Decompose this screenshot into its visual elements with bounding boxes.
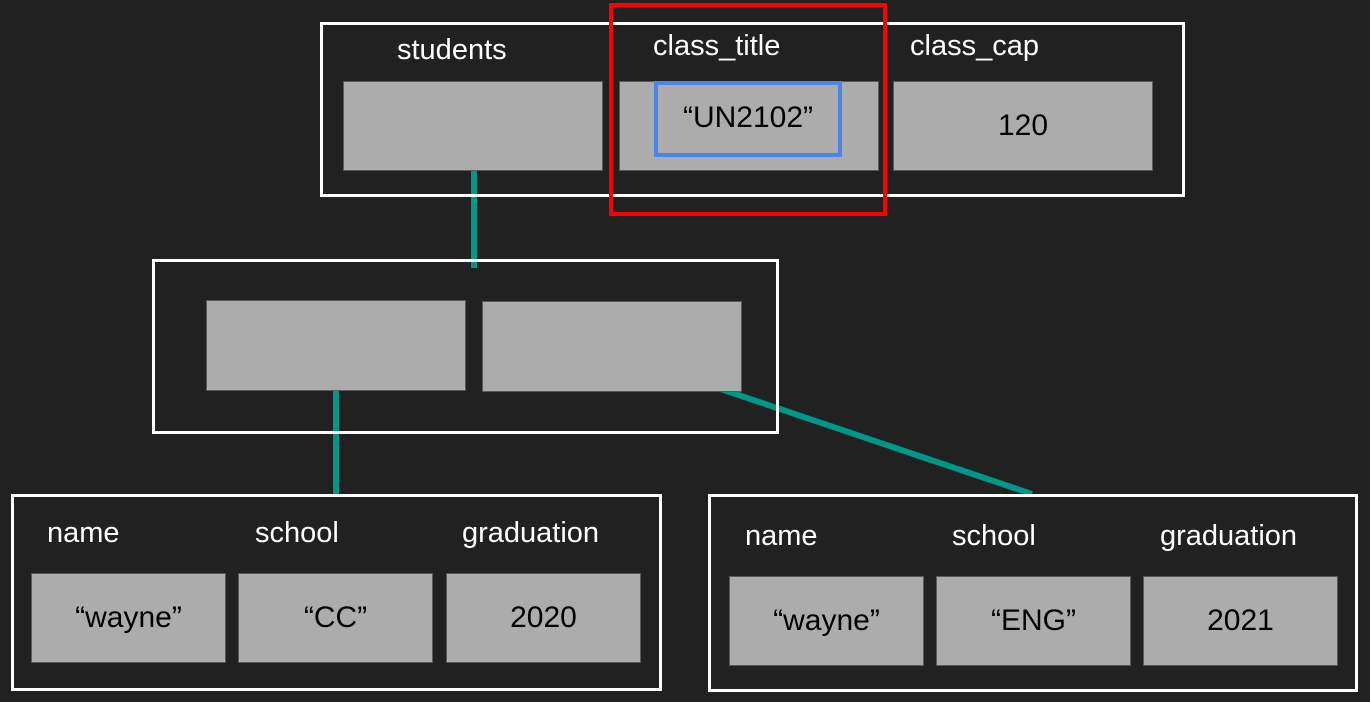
student-1-school-cell: “ENG” [936,576,1131,666]
class-cap-cell: 120 [893,81,1153,171]
student-0-graduation-label: graduation [462,517,600,549]
student-0-name-label: name [47,517,120,549]
student-1-school-label: school [952,520,1036,552]
student-0-school-cell: “CC” [238,573,433,663]
students-array-slot-1 [482,301,742,392]
student-0-graduation-cell: 2020 [446,573,641,663]
student-1-graduation-value: 2021 [1207,604,1274,637]
student-1-name-cell: “wayne” [729,576,924,666]
student-1-name-label: name [745,520,818,552]
class-cap-value: 120 [997,109,1049,142]
students-label: students [397,34,507,66]
students-array-slot-0 [206,300,466,391]
student-0-school-label: school [255,517,339,549]
student-0-name-value: “wayne” [75,601,182,634]
class-cap-label: class_cap [910,30,1039,62]
student-0-name-cell: “wayne” [31,573,226,663]
class-title-highlight [609,3,887,216]
student-0-graduation-value: 2020 [510,601,577,634]
student-1-graduation-label: graduation [1160,520,1298,552]
student-0-school-value: “CC” [303,601,368,634]
student-1-school-value: “ENG” [991,604,1076,637]
students-cell [343,81,603,171]
student-1-graduation-cell: 2021 [1143,576,1338,666]
student-1-name-value: “wayne” [773,604,880,637]
